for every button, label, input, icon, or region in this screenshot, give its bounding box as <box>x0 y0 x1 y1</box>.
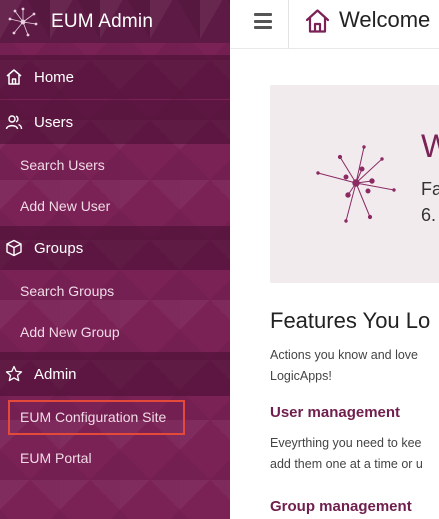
user-mgmt-desc-line: add them one at a time or u <box>270 457 423 471</box>
sidebar-item-search-users[interactable]: Search Users <box>0 144 230 185</box>
features-description: Actions you know and love LogicApps! <box>270 345 418 387</box>
page-title: Welcome <box>339 7 431 32</box>
user-management-description: Eveyrthing you need to kee add them one … <box>270 433 423 475</box>
network-logo-icon <box>316 145 396 223</box>
main-content: W Fa 6. Features You Lo Actions you know… <box>230 50 439 519</box>
sidebar-item-admin[interactable]: Admin <box>0 352 230 396</box>
cube-icon <box>5 239 23 257</box>
sidebar-item-label: Admin <box>34 365 77 383</box>
hero-text-line: 6. <box>421 205 437 225</box>
sidebar-item-users[interactable]: Users <box>0 100 230 144</box>
sidebar-item-home[interactable]: Home <box>0 55 230 99</box>
brand-title: EUM Admin <box>51 10 154 32</box>
sidebar-item-label: EUM Configuration Site <box>20 408 167 425</box>
sidebar-item-search-groups[interactable]: Search Groups <box>0 270 230 311</box>
welcome-hero: W Fa 6. <box>270 85 439 283</box>
user-management-heading: User management <box>270 404 401 421</box>
sidebar-item-eum-configuration-site[interactable]: EUM Configuration Site <box>0 396 230 437</box>
sidebar-item-label: Users <box>34 113 74 131</box>
features-desc-line: LogicApps! <box>270 369 332 383</box>
hero-heading: W <box>421 128 439 164</box>
sidebar-item-groups[interactable]: Groups <box>0 226 230 270</box>
sidebar-item-label: Search Users <box>20 156 105 173</box>
sidebar-item-add-new-user[interactable]: Add New User <box>0 185 230 226</box>
sidebar-item-eum-portal[interactable]: EUM Portal <box>0 437 230 478</box>
sidebar-item-label: Groups <box>34 239 84 257</box>
sidebar-item-label: Home <box>34 68 75 86</box>
hero-text-line: Fa <box>421 179 439 199</box>
home-icon <box>305 9 330 33</box>
group-management-heading: Group management <box>270 498 412 515</box>
users-icon <box>5 113 23 131</box>
hamburger-menu-icon[interactable] <box>254 13 272 29</box>
divider <box>288 0 289 49</box>
home-icon <box>5 68 23 86</box>
features-desc-line: Actions you know and love <box>270 348 419 362</box>
top-bar: Welcome <box>230 0 439 49</box>
user-mgmt-desc-line: Eveyrthing you need to kee <box>270 436 422 450</box>
features-title: Features You Lo <box>270 308 431 333</box>
brand-header[interactable]: EUM Admin <box>0 0 230 43</box>
sidebar-item-label: Search Groups <box>20 282 115 299</box>
sidebar: EUM Admin Home Users Search Users Add Ne… <box>0 0 230 519</box>
sidebar-item-label: Add New Group <box>20 323 120 340</box>
sidebar-item-add-new-group[interactable]: Add New Group <box>0 311 230 352</box>
sidebar-item-label: EUM Portal <box>20 449 92 466</box>
sidebar-item-label: Add New User <box>20 197 111 214</box>
star-icon <box>5 365 23 383</box>
network-logo-icon <box>8 7 38 36</box>
